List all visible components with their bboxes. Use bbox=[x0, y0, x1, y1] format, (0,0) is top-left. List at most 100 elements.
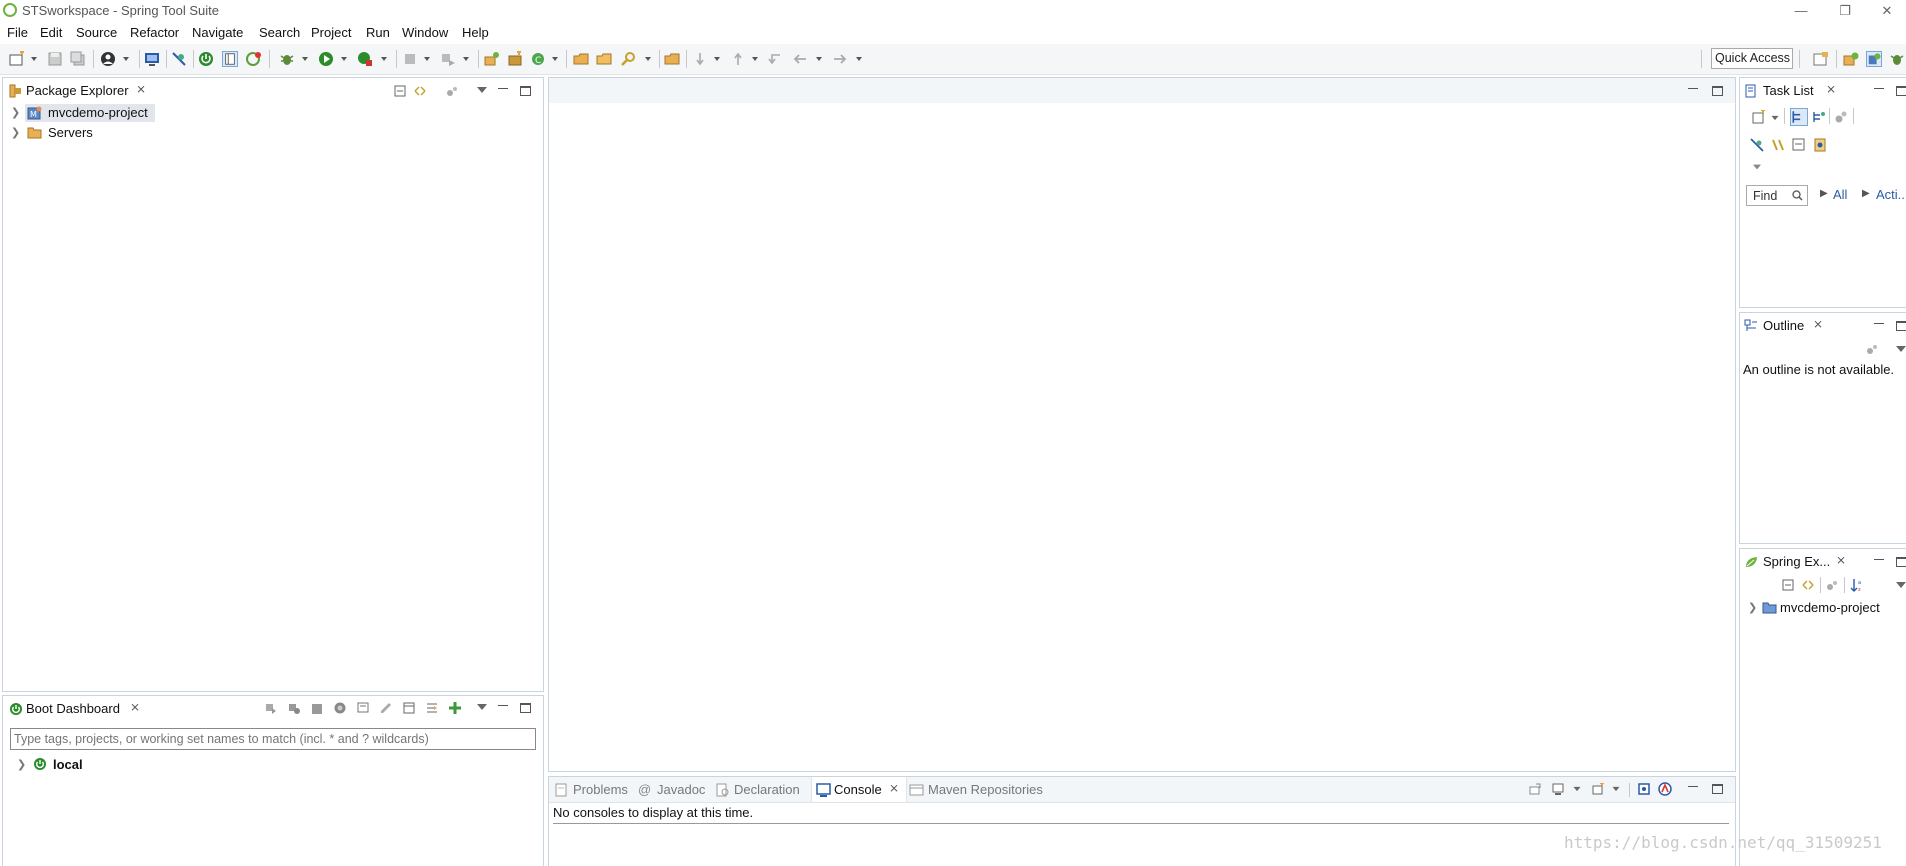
new-package-icon[interactable] bbox=[507, 51, 523, 67]
maximize-panel-icon[interactable] bbox=[1896, 557, 1906, 567]
close-icon[interactable]: ⨯ bbox=[889, 781, 899, 795]
prev-annotation-dropdown-icon[interactable] bbox=[752, 57, 758, 61]
categorized-icon[interactable] bbox=[1790, 108, 1808, 126]
prev-annotation-icon[interactable] bbox=[730, 51, 746, 67]
back-dropdown-icon[interactable] bbox=[816, 57, 822, 61]
new-class-icon[interactable]: C bbox=[530, 51, 546, 67]
tab-console-active[interactable]: Console ⨯ bbox=[811, 777, 907, 802]
maximize-panel-icon[interactable] bbox=[1896, 86, 1906, 96]
scheduled-icon[interactable] bbox=[1812, 110, 1826, 124]
outline-tab[interactable]: Outline bbox=[1763, 314, 1804, 338]
minimize-icon[interactable]: — bbox=[1786, 1, 1816, 21]
link-with-editor-icon[interactable] bbox=[1802, 579, 1814, 591]
minimize-panel-icon[interactable] bbox=[1874, 319, 1884, 324]
spring-perspective-icon[interactable] bbox=[1866, 51, 1882, 67]
filter-activate-link[interactable]: Acti... bbox=[1876, 187, 1906, 202]
minimize-panel-icon[interactable] bbox=[1874, 84, 1884, 89]
filter-all-link[interactable]: All bbox=[1833, 187, 1847, 202]
deploy-dropdown-icon[interactable] bbox=[463, 57, 469, 61]
task-find-input[interactable]: Find bbox=[1746, 185, 1808, 206]
minimize-panel-icon[interactable] bbox=[1874, 555, 1884, 560]
skip-breakpoints-icon[interactable] bbox=[171, 51, 187, 67]
new-task-dropdown-icon[interactable] bbox=[1771, 115, 1779, 121]
run-dropdown-icon[interactable] bbox=[341, 57, 347, 61]
menu-source[interactable]: Source bbox=[76, 25, 117, 40]
terminal-icon[interactable] bbox=[144, 51, 160, 67]
package-explorer-tab[interactable]: Package Explorer bbox=[26, 79, 129, 103]
tab-maven-repositories[interactable]: Maven Repositories bbox=[928, 778, 1043, 802]
view-menu-icon[interactable] bbox=[477, 704, 487, 710]
close-icon[interactable]: ⨯ bbox=[1836, 553, 1846, 567]
close-icon[interactable]: ⨯ bbox=[130, 700, 140, 714]
close-icon[interactable]: ⨯ bbox=[1826, 82, 1836, 96]
task-repository-icon[interactable] bbox=[1813, 138, 1827, 152]
search-icon[interactable] bbox=[620, 51, 636, 67]
sort-icon[interactable]: az bbox=[1850, 578, 1864, 592]
new-dropdown-icon[interactable] bbox=[31, 57, 37, 61]
filter-icon[interactable] bbox=[426, 702, 438, 714]
minimize-panel-icon[interactable] bbox=[1688, 782, 1698, 787]
open-perspective-icon[interactable] bbox=[1813, 51, 1829, 67]
boot-dashboard-tab[interactable]: Boot Dashboard bbox=[26, 697, 120, 721]
refresh-spring-icon[interactable] bbox=[246, 51, 262, 67]
restore-icon[interactable]: ❐ bbox=[1830, 1, 1860, 21]
minimize-panel-icon[interactable] bbox=[1688, 84, 1698, 89]
deploy-icon[interactable] bbox=[440, 51, 456, 67]
menu-window[interactable]: Window bbox=[402, 25, 448, 40]
debug-icon[interactable] bbox=[279, 51, 295, 67]
profile-icon[interactable] bbox=[100, 51, 116, 67]
quick-access-input[interactable]: Quick Access bbox=[1711, 48, 1793, 69]
next-annotation-icon[interactable] bbox=[692, 51, 708, 67]
open-console-dropdown-icon[interactable] bbox=[1612, 786, 1620, 792]
start-icon[interactable] bbox=[265, 702, 277, 714]
chevron-right-icon[interactable]: ❯ bbox=[11, 106, 20, 119]
view-menu-icon[interactable] bbox=[1753, 164, 1761, 170]
new-task-icon[interactable] bbox=[1752, 110, 1766, 124]
tree-item-selected[interactable]: M mvcdemo-project bbox=[25, 104, 155, 122]
hide-completed-icon[interactable] bbox=[1750, 138, 1764, 152]
focus-icon[interactable] bbox=[1834, 110, 1848, 124]
tree-item-label[interactable]: Servers bbox=[48, 125, 93, 140]
chevron-right-icon[interactable]: ❯ bbox=[1748, 601, 1757, 614]
save-icon[interactable] bbox=[47, 51, 63, 67]
debug-start-icon[interactable] bbox=[288, 702, 300, 714]
open-task-icon[interactable] bbox=[596, 51, 612, 67]
focus-icon[interactable] bbox=[446, 85, 458, 97]
link-with-editor-icon[interactable] bbox=[414, 85, 426, 97]
tree-item-label[interactable]: mvcdemo-project bbox=[1780, 600, 1880, 615]
maximize-panel-icon[interactable] bbox=[1896, 321, 1906, 331]
java-perspective-icon[interactable] bbox=[1843, 51, 1859, 67]
open-folder-icon[interactable] bbox=[664, 51, 680, 67]
menu-run[interactable]: Run bbox=[366, 25, 390, 40]
chevron-right-icon[interactable]: ❯ bbox=[11, 126, 20, 139]
menu-edit[interactable]: Edit bbox=[40, 25, 62, 40]
profile-dropdown-icon[interactable] bbox=[123, 57, 129, 61]
external-tools-dropdown-icon[interactable] bbox=[381, 57, 387, 61]
toggle-view-icon[interactable] bbox=[222, 51, 238, 67]
maximize-panel-icon[interactable] bbox=[1712, 86, 1723, 96]
spring-console-icon[interactable] bbox=[1658, 782, 1672, 796]
open-console-icon[interactable] bbox=[1592, 783, 1604, 795]
focus-icon[interactable] bbox=[1866, 343, 1878, 355]
pin-console-icon[interactable] bbox=[1529, 783, 1541, 795]
forward-icon[interactable] bbox=[832, 51, 848, 67]
chevron-right-icon[interactable]: ❯ bbox=[17, 758, 26, 771]
view-menu-icon[interactable] bbox=[477, 87, 487, 93]
view-menu-icon[interactable] bbox=[1896, 582, 1906, 588]
focus-icon[interactable] bbox=[1826, 579, 1838, 591]
menu-file[interactable]: File bbox=[7, 25, 28, 40]
open-type-icon[interactable] bbox=[573, 51, 589, 67]
add-target-icon[interactable] bbox=[449, 702, 461, 714]
open-browser-icon[interactable] bbox=[334, 702, 346, 714]
close-icon[interactable]: ⨯ bbox=[1813, 317, 1823, 331]
menu-search[interactable]: Search bbox=[259, 25, 300, 40]
stop-icon[interactable] bbox=[402, 51, 418, 67]
edit-icon[interactable] bbox=[380, 702, 392, 714]
maximize-panel-icon[interactable] bbox=[520, 703, 531, 713]
minimize-panel-icon[interactable] bbox=[498, 701, 508, 706]
stop-dropdown-icon[interactable] bbox=[424, 57, 430, 61]
back-icon[interactable] bbox=[792, 51, 808, 67]
close-icon[interactable]: ⨯ bbox=[136, 82, 146, 96]
collapse-all-icon[interactable] bbox=[1782, 579, 1794, 591]
collapse-all-icon[interactable] bbox=[394, 85, 406, 97]
